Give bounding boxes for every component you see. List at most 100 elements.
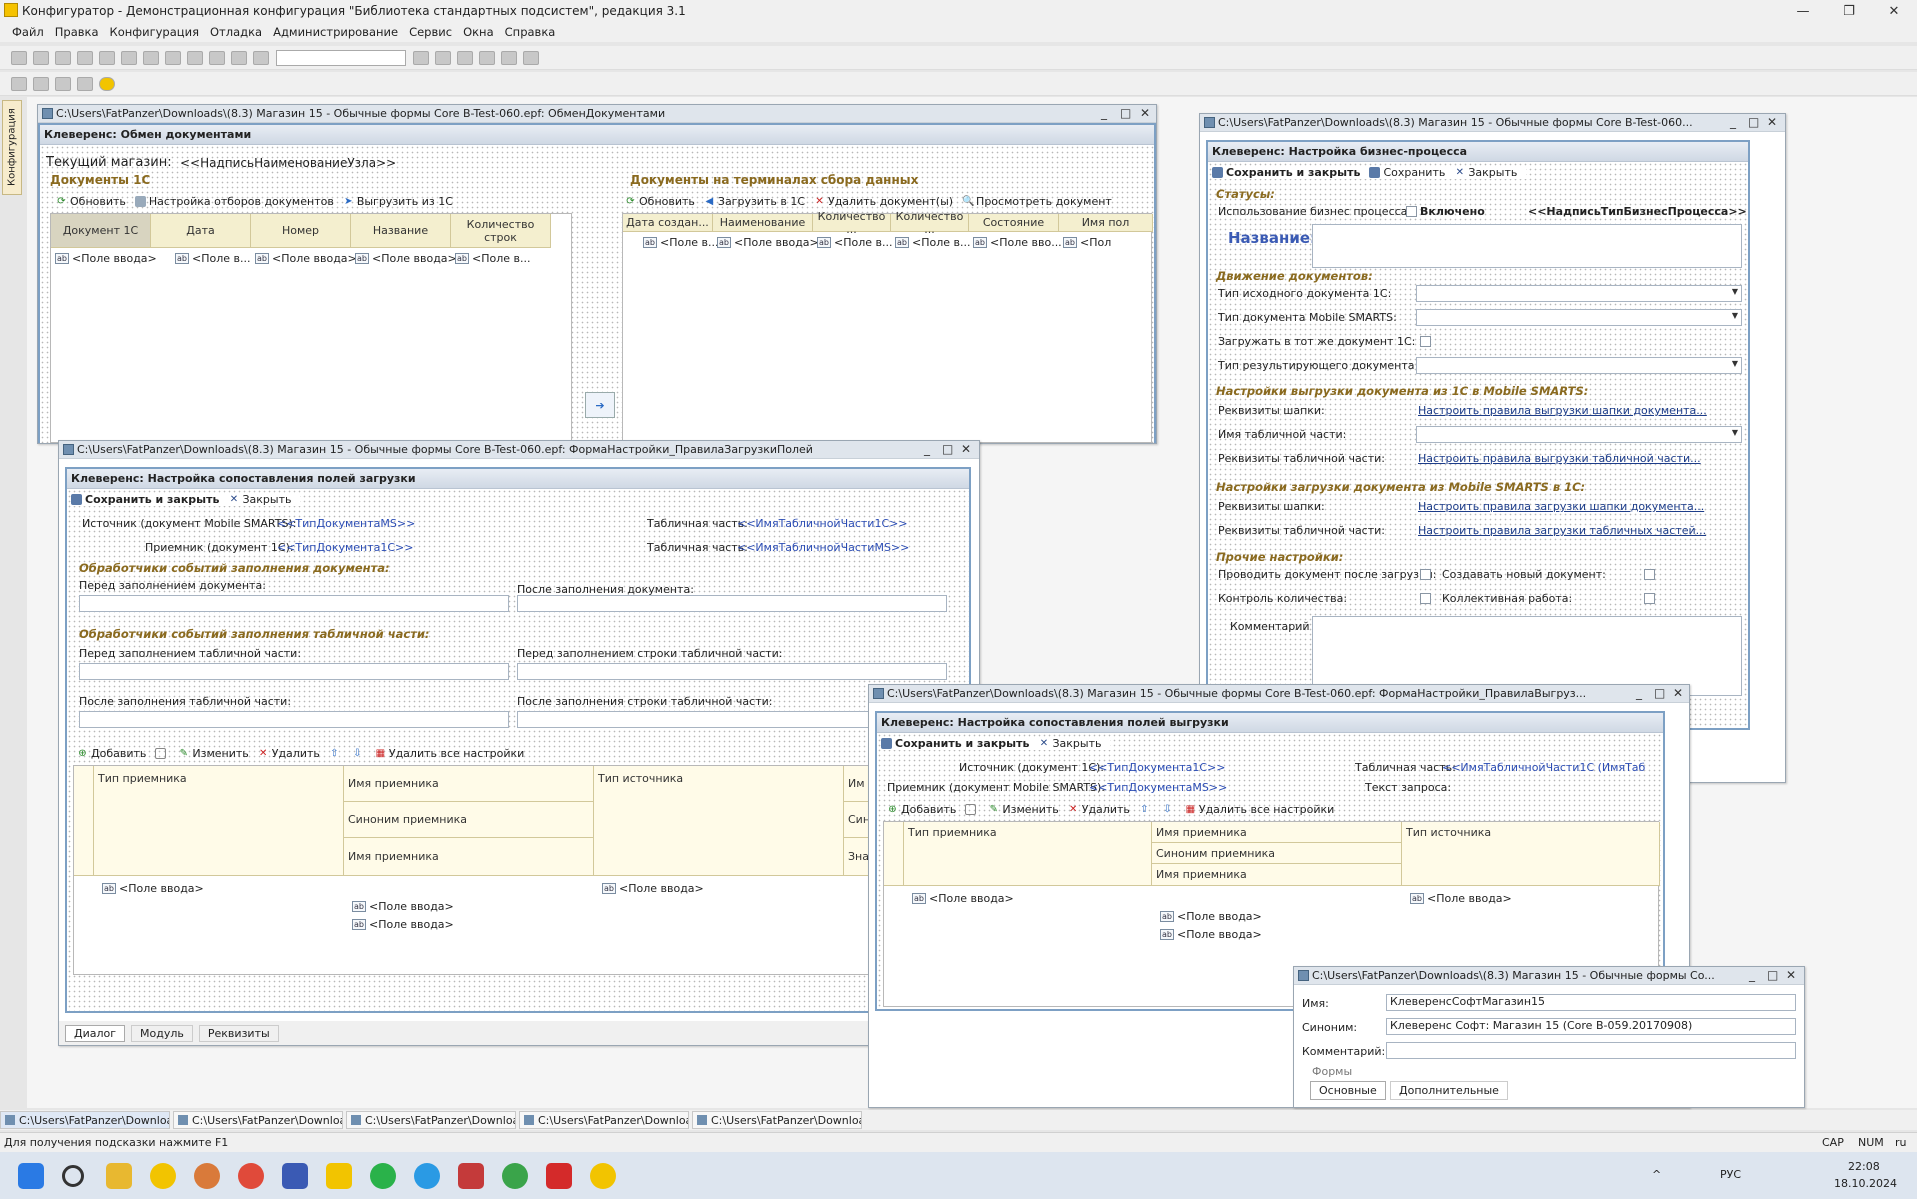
db-icon[interactable] bbox=[55, 76, 71, 91]
table-cell[interactable]: ab <Поле в... bbox=[895, 236, 970, 249]
comment-input[interactable] bbox=[1386, 1042, 1796, 1059]
refresh-button[interactable]: ⟳ Обновить bbox=[56, 195, 126, 208]
ms-type-select[interactable] bbox=[1416, 309, 1742, 326]
move-up-button[interactable]: ⇧ bbox=[1139, 804, 1153, 815]
column-header[interactable]: Синоним приемника bbox=[344, 802, 594, 838]
window-tab[interactable]: C:\Users\FatPanzer\Downloa... bbox=[519, 1111, 689, 1129]
move-down-button[interactable]: ⇩ bbox=[352, 748, 366, 759]
close-icon[interactable]: ✕ bbox=[1673, 686, 1683, 700]
edit-button[interactable]: ✎ Изменить bbox=[988, 803, 1059, 816]
after-doc-input[interactable] bbox=[517, 595, 947, 612]
close-icon[interactable]: ✕ bbox=[961, 442, 971, 456]
column-header[interactable]: Имя приемника bbox=[1152, 822, 1402, 843]
enabled-checkbox[interactable] bbox=[1406, 206, 1417, 217]
print-icon[interactable] bbox=[143, 50, 159, 65]
table-cell[interactable]: ab <Поле ввода> bbox=[1160, 910, 1262, 923]
minimize-icon[interactable]: _ bbox=[1730, 115, 1736, 129]
column-header[interactable]: Тип источника bbox=[594, 766, 844, 876]
minimize-button[interactable]: — bbox=[1780, 0, 1826, 22]
table-cell[interactable]: ab <Поле ввода> bbox=[1160, 928, 1262, 941]
table-cell[interactable]: ab <Поле ввода> bbox=[352, 918, 454, 931]
undo-icon[interactable] bbox=[187, 50, 203, 65]
table-cell[interactable]: ab <Поле в... bbox=[175, 252, 250, 265]
window-tab[interactable]: C:\Users\FatPanzer\Downloa... bbox=[0, 1111, 170, 1129]
filter-settings-button[interactable]: Настройка отборов документов bbox=[134, 195, 334, 208]
close-icon[interactable]: ✕ bbox=[1140, 106, 1150, 120]
maximize-icon[interactable]: □ bbox=[1654, 686, 1665, 700]
tab-module[interactable]: Модуль bbox=[131, 1024, 193, 1042]
tab-main[interactable]: Основные bbox=[1310, 1081, 1386, 1100]
maximize-icon[interactable]: □ bbox=[1120, 106, 1131, 120]
close-form-button[interactable]: ✕ Закрыть bbox=[1454, 166, 1518, 179]
tab-attributes[interactable]: Реквизиты bbox=[198, 1024, 279, 1042]
menu-edit[interactable]: Правка bbox=[55, 25, 99, 39]
column-header[interactable]: Документ 1С bbox=[51, 214, 151, 248]
delete-all-button[interactable]: ▦ Удалить все настройки bbox=[1185, 803, 1335, 816]
save-button[interactable]: Сохранить bbox=[1369, 166, 1445, 179]
column-header[interactable]: Количество ... bbox=[813, 210, 891, 236]
tray-date[interactable]: 18.10.2024 bbox=[1834, 1177, 1897, 1190]
window-tab[interactable]: C:\Users\FatPanzer\Downloa... bbox=[173, 1111, 343, 1129]
minimize-icon[interactable]: _ bbox=[1101, 106, 1107, 120]
config-icon[interactable] bbox=[11, 76, 27, 91]
sidebar-tab-configuration[interactable]: Конфигурация bbox=[2, 100, 22, 195]
warning-app-icon[interactable] bbox=[326, 1163, 352, 1189]
minimize-icon[interactable]: _ bbox=[1749, 968, 1755, 982]
docs-1c-table[interactable]: Документ 1С Дата Номер Название Количест… bbox=[50, 213, 572, 443]
res-type-select[interactable] bbox=[1416, 357, 1742, 374]
column-header[interactable]: Номер bbox=[251, 214, 351, 248]
menu-windows[interactable]: Окна bbox=[463, 25, 494, 39]
close-button[interactable]: ✕ bbox=[1871, 0, 1917, 22]
column-header[interactable]: Синоним приемника bbox=[1152, 843, 1402, 864]
delete-button[interactable]: ✕ Удалить bbox=[1068, 803, 1130, 816]
docs-terminal-table[interactable]: Дата создан... Наименование Количество .… bbox=[622, 210, 1153, 443]
tree-icon[interactable] bbox=[33, 76, 49, 91]
table-icon[interactable] bbox=[77, 76, 93, 91]
whatsapp-icon[interactable] bbox=[370, 1163, 396, 1189]
column-header[interactable]: Имя приемника bbox=[344, 766, 594, 802]
save-close-button[interactable]: Сохранить и закрыть bbox=[71, 493, 219, 506]
save-close-button[interactable]: Сохранить и закрыть bbox=[1212, 166, 1360, 179]
table-cell[interactable]: ab <Поле ввода> bbox=[1410, 892, 1512, 905]
find-prev-icon[interactable] bbox=[435, 50, 451, 65]
table-cell[interactable]: ab <Поле в... bbox=[455, 252, 530, 265]
move-right-button[interactable]: ➔ bbox=[585, 392, 615, 418]
column-header[interactable]: Наименование bbox=[713, 214, 813, 232]
copy-button[interactable] bbox=[965, 804, 979, 815]
copy-icon[interactable] bbox=[99, 50, 115, 65]
windows-icon[interactable] bbox=[457, 50, 473, 65]
table-cell[interactable]: ab <Поле ввода> bbox=[602, 882, 704, 895]
menu-service[interactable]: Сервис bbox=[409, 25, 452, 39]
maximize-button[interactable]: ❐ bbox=[1826, 0, 1872, 22]
save-icon[interactable] bbox=[55, 50, 71, 65]
table-cell[interactable]: ab <Поле ввода> bbox=[255, 252, 357, 265]
column-header[interactable]: Тип приемника bbox=[904, 822, 1152, 886]
before-row-input[interactable] bbox=[517, 663, 947, 680]
menu-file[interactable]: Файл bbox=[12, 25, 44, 39]
window-tab[interactable]: C:\Users\FatPanzer\Downloa... bbox=[692, 1111, 862, 1129]
same-doc-checkbox[interactable] bbox=[1420, 336, 1431, 347]
tab-dialog[interactable]: Диалог bbox=[65, 1024, 126, 1042]
close-form-button[interactable]: ✕ Закрыть bbox=[228, 493, 292, 506]
synonym-input[interactable]: Клеверенс Софт: Магазин 15 (Core B-059.2… bbox=[1386, 1018, 1796, 1035]
new-doc-checkbox[interactable] bbox=[1644, 569, 1655, 580]
table-cell[interactable]: ab <Поле в... bbox=[643, 236, 718, 249]
close-form-button[interactable]: ✕ Закрыть bbox=[1038, 737, 1102, 750]
explorer-icon[interactable] bbox=[106, 1163, 132, 1189]
column-header[interactable]: Количество строк bbox=[451, 214, 551, 248]
column-header[interactable]: Дата создан... bbox=[623, 214, 713, 232]
collective-checkbox[interactable] bbox=[1644, 593, 1655, 604]
delete-all-button[interactable]: ▦ Удалить все настройки bbox=[375, 747, 525, 760]
menu-administration[interactable]: Администрирование bbox=[273, 25, 398, 39]
search-icon[interactable] bbox=[253, 50, 269, 65]
cut-icon[interactable] bbox=[77, 50, 93, 65]
search-icon[interactable] bbox=[62, 1165, 84, 1187]
column-header[interactable]: Состояние bbox=[969, 214, 1059, 232]
tools-icon[interactable] bbox=[479, 50, 495, 65]
tab-download-link[interactable]: Настроить правила загрузки табличных час… bbox=[1418, 524, 1706, 537]
column-header[interactable]: Имя пол bbox=[1059, 214, 1153, 232]
before-tab-input[interactable] bbox=[79, 663, 509, 680]
add-button[interactable]: ⊕ Добавить bbox=[77, 747, 146, 760]
name-input[interactable] bbox=[1312, 224, 1742, 268]
table-cell[interactable]: ab <Поле ввода> bbox=[55, 252, 157, 265]
